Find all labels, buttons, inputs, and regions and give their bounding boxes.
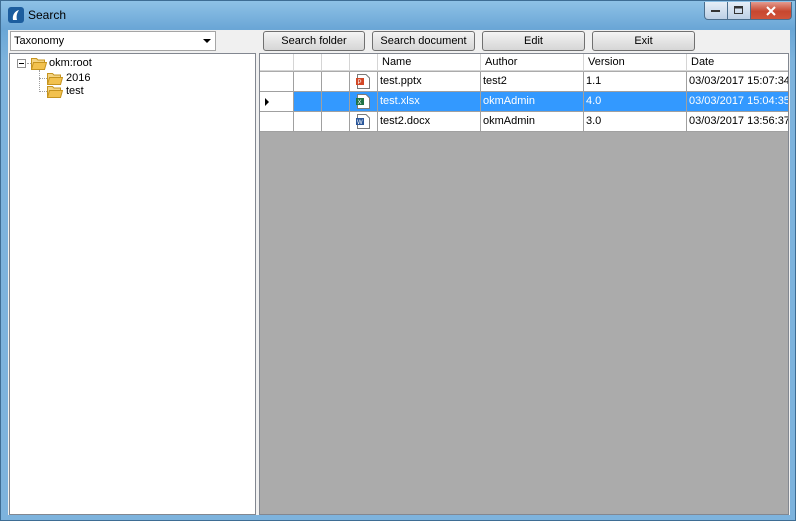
svg-text:P: P bbox=[358, 80, 362, 86]
cell-author[interactable]: okmAdmin bbox=[481, 112, 584, 132]
folder-tree[interactable]: okm:root 2016 test bbox=[9, 53, 256, 515]
window-title: Search bbox=[28, 8, 67, 22]
column-header-author[interactable]: Author bbox=[481, 54, 584, 71]
table-cell[interactable] bbox=[294, 72, 322, 92]
table-cell[interactable] bbox=[294, 92, 322, 112]
cell-version[interactable]: 3.0 bbox=[584, 112, 687, 132]
table-cell[interactable] bbox=[322, 72, 350, 92]
cell-name[interactable]: test.xlsx bbox=[378, 92, 481, 112]
cell-author[interactable]: test2 bbox=[481, 72, 584, 92]
exit-button[interactable]: Exit bbox=[592, 31, 695, 51]
column-header-date[interactable]: Date bbox=[687, 54, 788, 71]
row-header[interactable] bbox=[260, 112, 294, 132]
close-icon bbox=[766, 5, 776, 16]
folder-icon bbox=[47, 73, 63, 85]
column-header-name[interactable]: Name bbox=[378, 54, 481, 71]
table-cell[interactable] bbox=[294, 112, 322, 132]
cell-name[interactable]: test2.docx bbox=[378, 112, 481, 132]
maximize-icon bbox=[734, 6, 743, 14]
title-bar[interactable]: Search bbox=[1, 1, 795, 29]
excel-file-icon: X bbox=[356, 94, 370, 109]
tree-connector bbox=[39, 78, 47, 79]
edit-button[interactable]: Edit bbox=[482, 31, 585, 51]
table-cell[interactable] bbox=[322, 92, 350, 112]
taxonomy-dropdown-value: Taxonomy bbox=[14, 35, 65, 47]
cell-name[interactable]: test.pptx bbox=[378, 72, 481, 92]
tree-collapse-toggle[interactable] bbox=[17, 59, 26, 68]
maximize-button[interactable] bbox=[728, 2, 751, 20]
results-grid[interactable]: Name Author Version Date P test.pptx tes… bbox=[259, 53, 789, 515]
cell-date[interactable]: 03/03/2017 13:56:37 bbox=[687, 112, 788, 132]
close-button[interactable] bbox=[751, 2, 792, 20]
app-logo-icon bbox=[8, 7, 24, 23]
table-cell[interactable] bbox=[322, 112, 350, 132]
search-document-button[interactable]: Search document bbox=[372, 31, 475, 51]
svg-text:W: W bbox=[357, 120, 363, 126]
row-header[interactable] bbox=[260, 72, 294, 92]
folder-open-icon bbox=[31, 58, 47, 70]
column-header-icon[interactable] bbox=[350, 54, 378, 71]
minimize-button[interactable] bbox=[704, 2, 728, 20]
row-header[interactable] bbox=[260, 92, 294, 112]
search-window: Search Taxonomy Search folder Search doc… bbox=[0, 0, 796, 521]
taxonomy-dropdown[interactable]: Taxonomy bbox=[10, 31, 216, 51]
cell-author[interactable]: okmAdmin bbox=[481, 92, 584, 112]
table-cell[interactable]: W bbox=[350, 112, 378, 132]
cell-date[interactable]: 03/03/2017 15:04:35 bbox=[687, 92, 788, 112]
cell-version[interactable]: 4.0 bbox=[584, 92, 687, 112]
tree-node-test[interactable]: test bbox=[66, 85, 84, 97]
powerpoint-file-icon: P bbox=[356, 74, 370, 89]
tree-node-2016[interactable]: 2016 bbox=[66, 72, 90, 84]
grid-corner-header bbox=[260, 54, 294, 71]
client-area: Taxonomy Search folder Search document E… bbox=[8, 30, 790, 515]
current-row-indicator-icon bbox=[265, 98, 269, 106]
word-file-icon: W bbox=[356, 114, 370, 129]
column-header-version[interactable]: Version bbox=[584, 54, 687, 71]
folder-icon bbox=[47, 86, 63, 98]
column-header-blank[interactable] bbox=[322, 54, 350, 71]
cell-version[interactable]: 1.1 bbox=[584, 72, 687, 92]
minimize-icon bbox=[711, 9, 720, 12]
column-header-blank[interactable] bbox=[294, 54, 322, 71]
tree-connector bbox=[39, 70, 40, 90]
table-cell[interactable]: X bbox=[350, 92, 378, 112]
chevron-down-icon bbox=[203, 39, 211, 43]
table-cell[interactable]: P bbox=[350, 72, 378, 92]
cell-date[interactable]: 03/03/2017 15:07:34 bbox=[687, 72, 788, 92]
svg-text:X: X bbox=[358, 100, 362, 106]
search-folder-button[interactable]: Search folder bbox=[263, 31, 365, 51]
tree-node-root[interactable]: okm:root bbox=[49, 57, 92, 69]
tree-connector bbox=[39, 91, 47, 92]
